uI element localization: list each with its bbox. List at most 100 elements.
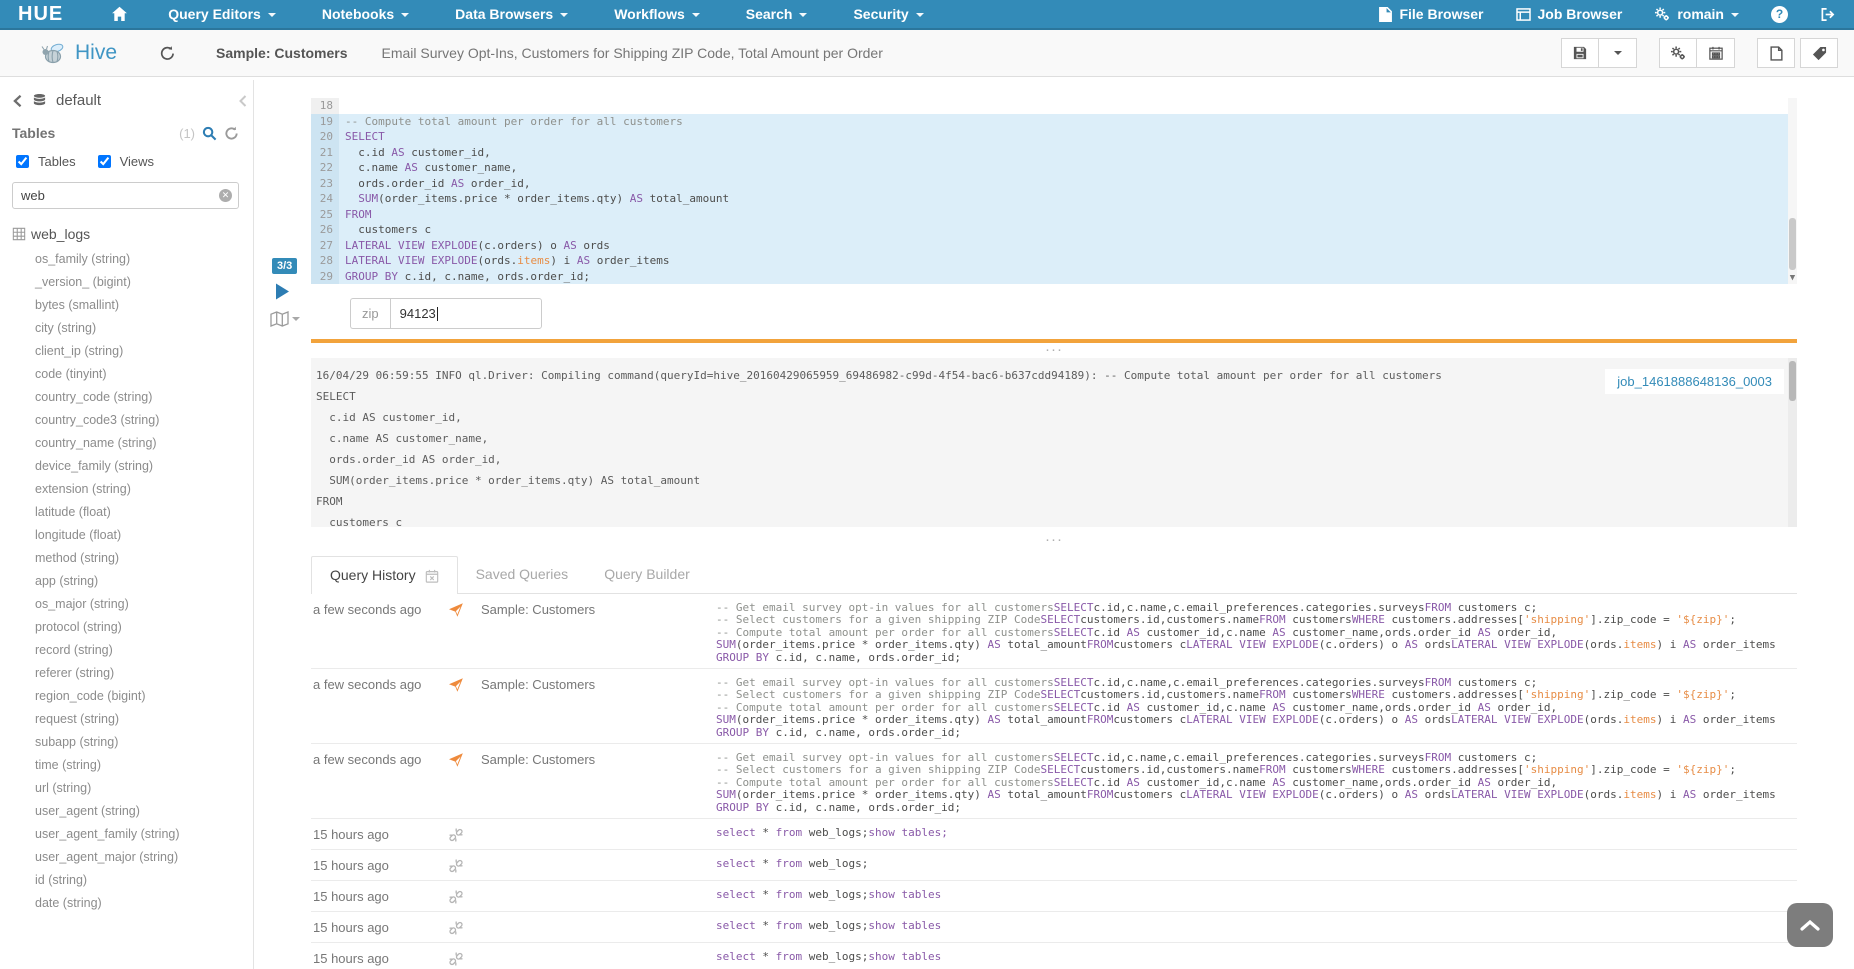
history-row[interactable]: 15 hours agoselect * from web_logs;show … bbox=[311, 819, 1797, 850]
variable-value-input[interactable]: 94123 bbox=[390, 298, 542, 329]
column-item[interactable]: user_agent_major (string) bbox=[12, 846, 253, 869]
column-item[interactable]: country_code3 (string) bbox=[12, 409, 253, 432]
logout-icon[interactable] bbox=[1820, 7, 1836, 22]
scroll-to-top-button[interactable] bbox=[1787, 903, 1833, 947]
history-doc-name bbox=[481, 920, 716, 942]
tags-button[interactable] bbox=[1800, 38, 1838, 68]
column-item[interactable]: os_family (string) bbox=[12, 248, 253, 271]
column-item[interactable]: country_name (string) bbox=[12, 432, 253, 455]
column-item[interactable]: date (string) bbox=[12, 892, 253, 915]
unlink-icon bbox=[449, 951, 481, 969]
save-options-button[interactable] bbox=[1599, 38, 1637, 68]
menu-search[interactable]: Search bbox=[746, 6, 808, 22]
home-icon[interactable] bbox=[111, 6, 128, 22]
history-row[interactable]: 15 hours agoselect * from web_logs; bbox=[311, 850, 1797, 881]
scroll-down-arrow[interactable]: ▼ bbox=[1788, 273, 1797, 283]
column-item[interactable]: referer (string) bbox=[12, 662, 253, 685]
column-item[interactable]: country_code (string) bbox=[12, 386, 253, 409]
menu-query-editors[interactable]: Query Editors bbox=[168, 6, 276, 22]
tab-query-builder[interactable]: Query Builder bbox=[586, 556, 708, 593]
history-doc-name: Sample: Customers bbox=[481, 752, 716, 818]
scrollbar-thumb[interactable] bbox=[1789, 361, 1796, 401]
history-time: 15 hours ago bbox=[311, 920, 449, 942]
column-item[interactable]: _version_ (bigint) bbox=[12, 271, 253, 294]
code-line: 19-- Compute total amount per order for … bbox=[311, 114, 1797, 130]
menu-workflows[interactable]: Workflows bbox=[614, 6, 700, 22]
column-item[interactable]: client_ip (string) bbox=[12, 340, 253, 363]
job-link[interactable]: job_1461888648136_0003 bbox=[1605, 369, 1784, 394]
history-row[interactable]: 15 hours agoselect * from web_logs;show … bbox=[311, 881, 1797, 912]
filter-tables-checkbox[interactable] bbox=[16, 155, 29, 168]
navigate-query-button[interactable] bbox=[270, 311, 300, 327]
history-sql: -- Get email survey opt-in values for al… bbox=[716, 602, 1797, 668]
table-search-input[interactable] bbox=[12, 182, 239, 209]
execute-button[interactable] bbox=[275, 283, 290, 305]
history-sql: -- Get email survey opt-in values for al… bbox=[716, 677, 1797, 743]
column-item[interactable]: latitude (float) bbox=[12, 501, 253, 524]
save-icon bbox=[1573, 46, 1587, 60]
column-item[interactable]: code (tinyint) bbox=[12, 363, 253, 386]
user-menu[interactable]: romain bbox=[1654, 6, 1739, 22]
column-item[interactable]: protocol (string) bbox=[12, 616, 253, 639]
editor-scrollbar[interactable]: ▼ bbox=[1788, 98, 1797, 284]
column-item[interactable]: extension (string) bbox=[12, 478, 253, 501]
history-row[interactable]: a few seconds ago Sample: Customers-- Get… bbox=[311, 594, 1797, 669]
hue-logo[interactable]: HUE bbox=[18, 3, 63, 26]
column-item[interactable]: os_major (string) bbox=[12, 593, 253, 616]
column-item[interactable]: method (string) bbox=[12, 547, 253, 570]
tab-saved-queries[interactable]: Saved Queries bbox=[458, 556, 587, 593]
scrollbar-thumb[interactable] bbox=[1789, 218, 1796, 270]
filter-views-checkbox[interactable] bbox=[98, 155, 111, 168]
job-browser-link[interactable]: Job Browser bbox=[1516, 6, 1623, 22]
column-item[interactable]: url (string) bbox=[12, 777, 253, 800]
column-item[interactable]: subapp (string) bbox=[12, 731, 253, 754]
column-item[interactable]: request (string) bbox=[12, 708, 253, 731]
menu-notebooks[interactable]: Notebooks bbox=[322, 6, 409, 22]
column-item[interactable]: longitude (float) bbox=[12, 524, 253, 547]
refresh-icon[interactable] bbox=[224, 126, 239, 141]
save-button[interactable] bbox=[1561, 38, 1599, 68]
sql-code-editor[interactable]: 1819-- Compute total amount per order fo… bbox=[311, 98, 1797, 284]
history-row[interactable]: 15 hours agoselect * from web_logs;show … bbox=[311, 912, 1797, 943]
history-row[interactable]: a few seconds agoSample: Customers-- Get… bbox=[311, 744, 1797, 819]
menu-label: Notebooks bbox=[322, 6, 394, 22]
hive-app-link[interactable]: Hive bbox=[40, 41, 117, 66]
history-time: a few seconds ago bbox=[311, 602, 449, 668]
history-time: a few seconds ago bbox=[311, 752, 449, 818]
column-item[interactable]: region_code (bigint) bbox=[12, 685, 253, 708]
help-icon[interactable]: ? bbox=[1771, 6, 1788, 23]
search-icon[interactable] bbox=[202, 126, 217, 141]
table-web-logs[interactable]: web_logs bbox=[12, 226, 253, 242]
column-item[interactable]: device_family (string) bbox=[12, 455, 253, 478]
menu-security[interactable]: Security bbox=[853, 6, 923, 22]
column-item[interactable]: user_agent_family (string) bbox=[12, 823, 253, 846]
code-line: 18 bbox=[311, 98, 1797, 114]
new-query-button[interactable] bbox=[1757, 38, 1795, 68]
tab-query-history[interactable]: Query History bbox=[311, 556, 458, 594]
chevron-down-icon bbox=[292, 317, 300, 321]
column-item[interactable]: app (string) bbox=[12, 570, 253, 593]
back-icon[interactable] bbox=[12, 94, 23, 108]
resize-grip-top[interactable]: ··· bbox=[311, 345, 1797, 354]
history-undo-icon[interactable] bbox=[159, 45, 176, 61]
column-item[interactable]: id (string) bbox=[12, 869, 253, 892]
schedule-button[interactable] bbox=[1697, 38, 1735, 68]
column-item[interactable]: bytes (smallint) bbox=[12, 294, 253, 317]
clear-search-icon[interactable]: ✕ bbox=[219, 189, 232, 202]
file-browser-link[interactable]: File Browser bbox=[1379, 6, 1483, 22]
calendar-x-icon[interactable] bbox=[425, 569, 439, 583]
history-row[interactable]: 15 hours agoselect * from web_logs;show … bbox=[311, 943, 1797, 969]
history-row[interactable]: a few seconds agoSample: Customers-- Get… bbox=[311, 669, 1797, 744]
column-item[interactable]: user_agent (string) bbox=[12, 800, 253, 823]
column-item[interactable]: time (string) bbox=[12, 754, 253, 777]
database-name[interactable]: default bbox=[56, 92, 101, 109]
settings-button[interactable] bbox=[1659, 38, 1697, 68]
collapse-sidebar-icon[interactable] bbox=[239, 95, 247, 107]
text-cursor bbox=[437, 307, 438, 321]
column-item[interactable]: record (string) bbox=[12, 639, 253, 662]
log-scrollbar[interactable] bbox=[1788, 358, 1797, 527]
resize-grip-bottom[interactable]: ··· bbox=[311, 535, 1797, 544]
history-doc-name: Sample: Customers bbox=[481, 602, 716, 668]
column-item[interactable]: city (string) bbox=[12, 317, 253, 340]
menu-data-browsers[interactable]: Data Browsers bbox=[455, 6, 568, 22]
